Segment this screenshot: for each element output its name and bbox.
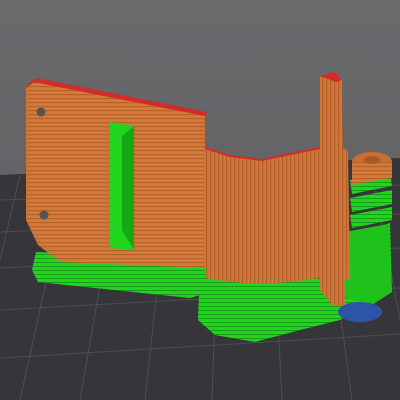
gcode-preview-viewport[interactable]	[0, 0, 400, 400]
main-plate	[26, 78, 207, 268]
preview-scene	[0, 72, 400, 400]
mounting-hole-bottom	[39, 210, 49, 220]
vertical-post	[320, 72, 345, 305]
mounting-hole-top	[36, 107, 46, 117]
